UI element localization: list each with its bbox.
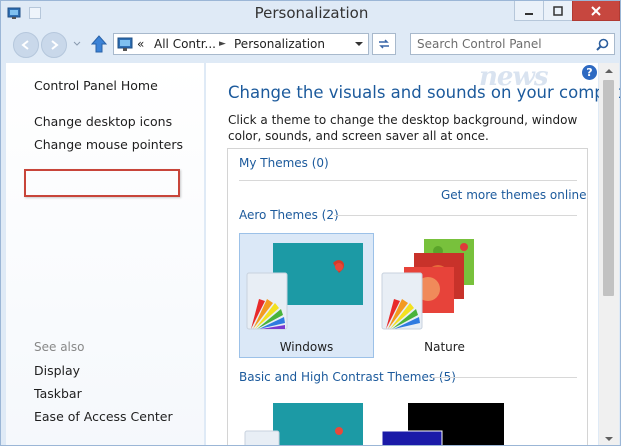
vertical-scrollbar[interactable]	[599, 63, 619, 445]
search-icon[interactable]	[596, 38, 609, 51]
taskbar-link[interactable]: Taskbar	[34, 386, 82, 401]
scrollbar-thumb[interactable]	[603, 80, 614, 296]
page-description: Click a theme to change the desktop back…	[228, 113, 578, 143]
address-bar[interactable]: « All Contr... ► Personalization	[113, 33, 369, 55]
breadcrumb-separator[interactable]: ►	[219, 39, 226, 49]
breadcrumb-all-control-panel[interactable]: All Contr...	[154, 37, 216, 51]
basic-themes-heading: Basic and High Contrast Themes (5)	[239, 370, 456, 384]
page-title: Change the visuals and sounds on your co…	[228, 83, 621, 102]
change-desktop-icons-link[interactable]: Change desktop icons	[34, 114, 172, 129]
see-also-heading: See also	[34, 340, 85, 354]
scroll-down-icon[interactable]	[604, 435, 614, 443]
highlight-box	[24, 169, 180, 197]
scroll-up-icon[interactable]	[604, 67, 614, 75]
breadcrumb-more[interactable]: «	[137, 37, 144, 51]
display-link[interactable]: Display	[34, 363, 80, 378]
back-button[interactable]	[13, 32, 39, 58]
up-arrow-icon[interactable]	[89, 34, 109, 54]
close-button[interactable]	[572, 1, 620, 21]
windows-theme-thumbnail	[246, 243, 363, 330]
refresh-button[interactable]	[372, 33, 396, 55]
help-button[interactable]: ?	[582, 65, 597, 80]
forward-arrow-icon	[51, 40, 59, 50]
navigation-bar: « All Contr... ► Personalization	[1, 27, 620, 61]
control-panel-icon	[117, 37, 133, 51]
theme-name-nature: Nature	[424, 340, 465, 354]
search-input[interactable]	[417, 36, 589, 52]
get-more-themes-link[interactable]: Get more themes online	[441, 188, 587, 202]
my-themes-heading: My Themes (0)	[239, 156, 329, 170]
aero-themes-heading: Aero Themes (2)	[239, 208, 339, 222]
theme-name-windows: Windows	[279, 340, 334, 354]
divider	[239, 180, 577, 181]
forward-button[interactable]	[41, 32, 67, 58]
breadcrumb-personalization[interactable]: Personalization	[234, 37, 325, 51]
high-contrast-theme-thumbnail[interactable]	[380, 403, 504, 446]
divider	[432, 377, 577, 378]
search-box	[410, 33, 615, 55]
close-icon	[591, 5, 601, 16]
back-arrow-icon	[21, 40, 29, 50]
chevron-down-icon[interactable]	[354, 38, 364, 50]
restore-icon	[553, 5, 563, 16]
basic-theme-thumbnail[interactable]	[243, 403, 367, 446]
caption-buttons	[514, 1, 620, 21]
restore-button[interactable]	[543, 1, 573, 21]
ease-of-access-center-link[interactable]: Ease of Access Center	[34, 409, 173, 424]
control-panel-home-link[interactable]: Control Panel Home	[34, 78, 158, 93]
nature-theme-thumbnail	[381, 239, 474, 330]
recent-pages-icon[interactable]	[73, 41, 81, 47]
window: Personalization « All Contr... ► Persona…	[0, 0, 621, 446]
change-mouse-pointers-link[interactable]: Change mouse pointers	[34, 137, 183, 152]
title-bar[interactable]: Personalization	[1, 1, 620, 27]
minimize-button[interactable]	[514, 1, 544, 21]
minimize-icon	[525, 12, 533, 15]
task-pane: Control Panel Home Change desktop icons …	[6, 63, 204, 445]
divider	[334, 215, 577, 216]
refresh-icon	[379, 39, 389, 49]
